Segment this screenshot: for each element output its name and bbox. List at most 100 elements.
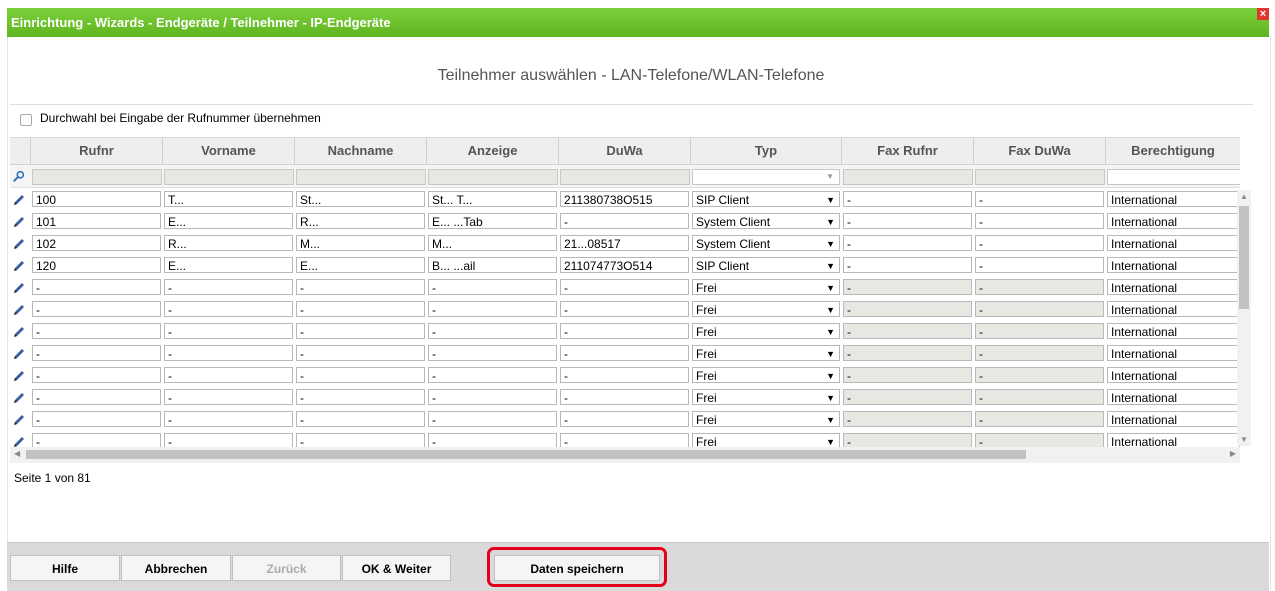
scroll-left-icon[interactable]: ◀ [14,449,20,458]
cell-nachname[interactable]: - [296,367,425,383]
dropdown-arrow-icon[interactable]: ▼ [826,236,835,250]
cell-typ[interactable]: Frei ▼ [692,323,840,339]
table-row[interactable]: 100 T... St... St... T... 211380738O515 SIP C… [10,189,1240,211]
cell-berechtigung[interactable]: International [1107,279,1240,295]
pencil-icon[interactable] [12,259,26,273]
cell-vorname[interactable]: T... [164,191,293,207]
save-button[interactable]: Daten speichern [494,555,660,581]
table-row[interactable]: 120 E... E... B... ...ail 211074773O514 SIP C… [10,255,1240,277]
col-header-nachname[interactable]: Nachname [295,138,427,164]
cell-rufnr[interactable]: - [32,367,161,383]
cell-typ[interactable]: Frei ▼ [692,279,840,295]
filter-rufnr[interactable] [32,169,162,185]
cell-anzeige[interactable]: - [428,323,557,339]
cell-fax-duwa[interactable]: - [975,213,1104,229]
cell-nachname[interactable]: - [296,279,425,295]
cell-rufnr[interactable]: - [32,323,161,339]
cell-rufnr[interactable]: - [32,411,161,427]
cell-nachname[interactable]: E... [296,257,425,273]
cell-typ[interactable]: Frei ▼ [692,367,840,383]
back-button[interactable]: Zurück [232,555,341,581]
cell-fax-duwa[interactable]: - [975,367,1104,383]
cell-berechtigung[interactable]: International [1107,191,1240,207]
cell-fax-rufnr[interactable]: - [843,279,972,295]
cell-fax-rufnr[interactable]: - [843,345,972,361]
cell-berechtigung[interactable]: International [1107,213,1240,229]
cell-vorname[interactable]: - [164,367,293,383]
cell-berechtigung[interactable]: International [1107,257,1240,273]
cell-fax-duwa[interactable]: - [975,345,1104,361]
cell-anzeige[interactable]: St... T... [428,191,557,207]
col-header-typ[interactable]: Typ [691,138,842,164]
pencil-icon[interactable] [12,193,26,207]
cell-fax-rufnr[interactable]: - [843,389,972,405]
cell-fax-duwa[interactable]: - [975,279,1104,295]
cell-fax-rufnr[interactable]: - [843,411,972,427]
cell-nachname[interactable]: M... [296,235,425,251]
cell-nachname[interactable]: - [296,345,425,361]
pencil-icon[interactable] [12,391,26,405]
cell-vorname[interactable]: - [164,389,293,405]
dropdown-arrow-icon[interactable]: ▼ [826,368,835,382]
close-icon[interactable]: × [1257,8,1269,20]
cell-fax-rufnr[interactable]: - [843,301,972,317]
dropdown-arrow-icon[interactable]: ▼ [826,192,835,206]
table-row[interactable]: 102 R... M... M... 21...08517 System Client ▼ -… [10,233,1240,255]
cell-duwa[interactable]: 21...08517 [560,235,689,251]
pencil-icon[interactable] [12,347,26,361]
cell-fax-rufnr[interactable]: - [843,213,972,229]
col-header-duwa[interactable]: DuWa [559,138,691,164]
vertical-scroll-thumb[interactable] [1239,206,1249,309]
filter-fax-rufnr[interactable] [843,169,973,185]
cell-typ[interactable]: System Client ▼ [692,213,840,229]
cell-typ[interactable]: Frei ▼ [692,301,840,317]
table-row[interactable]: - - - - - Frei ▼ - - International [10,343,1240,365]
filter-typ[interactable]: ▼ [692,169,840,185]
cell-berechtigung[interactable]: International [1107,323,1240,339]
cell-vorname[interactable]: E... [164,213,293,229]
scroll-right-icon[interactable]: ▶ [1230,449,1236,458]
col-header-fax-duwa[interactable]: Fax DuWa [974,138,1106,164]
cell-duwa[interactable]: - [560,279,689,295]
table-row[interactable]: - - - - - Frei ▼ - - International [10,277,1240,299]
filter-duwa[interactable] [560,169,690,185]
dropdown-arrow-icon[interactable]: ▼ [826,346,835,360]
cell-fax-rufnr[interactable]: - [843,257,972,273]
cancel-button[interactable]: Abbrechen [121,555,231,581]
pencil-icon[interactable] [12,325,26,339]
cell-anzeige[interactable]: - [428,279,557,295]
col-header-vorname[interactable]: Vorname [163,138,295,164]
cell-rufnr[interactable]: - [32,279,161,295]
cell-typ[interactable]: System Client ▼ [692,235,840,251]
table-row[interactable]: - - - - - Frei ▼ - - International [10,409,1240,431]
cell-duwa[interactable]: 211380738O515 [560,191,689,207]
cell-nachname[interactable]: - [296,301,425,317]
cell-duwa[interactable]: - [560,301,689,317]
cell-vorname[interactable]: - [164,279,293,295]
cell-duwa[interactable]: - [560,389,689,405]
cell-typ[interactable]: Frei ▼ [692,411,840,427]
cell-berechtigung[interactable]: International [1107,389,1240,405]
filter-fax-duwa[interactable] [975,169,1105,185]
cell-fax-duwa[interactable]: - [975,191,1104,207]
pencil-icon[interactable] [12,369,26,383]
cell-nachname[interactable]: - [296,389,425,405]
cell-duwa[interactable]: - [560,213,689,229]
cell-duwa[interactable]: - [560,411,689,427]
scroll-down-icon[interactable]: ▼ [1237,435,1251,444]
horizontal-scrollbar[interactable]: ◀ ▶ [10,447,1240,463]
cell-berechtigung[interactable]: International [1107,411,1240,427]
pencil-icon[interactable] [12,413,26,427]
cell-typ[interactable]: Frei ▼ [692,389,840,405]
cell-fax-rufnr[interactable]: - [843,323,972,339]
cell-fax-duwa[interactable]: - [975,257,1104,273]
cell-anzeige[interactable]: B... ...ail [428,257,557,273]
cell-anzeige[interactable]: M... [428,235,557,251]
cell-vorname[interactable]: - [164,411,293,427]
filter-vorname[interactable] [164,169,294,185]
cell-rufnr[interactable]: 101 [32,213,161,229]
cell-vorname[interactable]: - [164,301,293,317]
help-button[interactable]: Hilfe [10,555,120,581]
dropdown-arrow-icon[interactable]: ▼ [826,390,835,404]
cell-vorname[interactable]: - [164,345,293,361]
